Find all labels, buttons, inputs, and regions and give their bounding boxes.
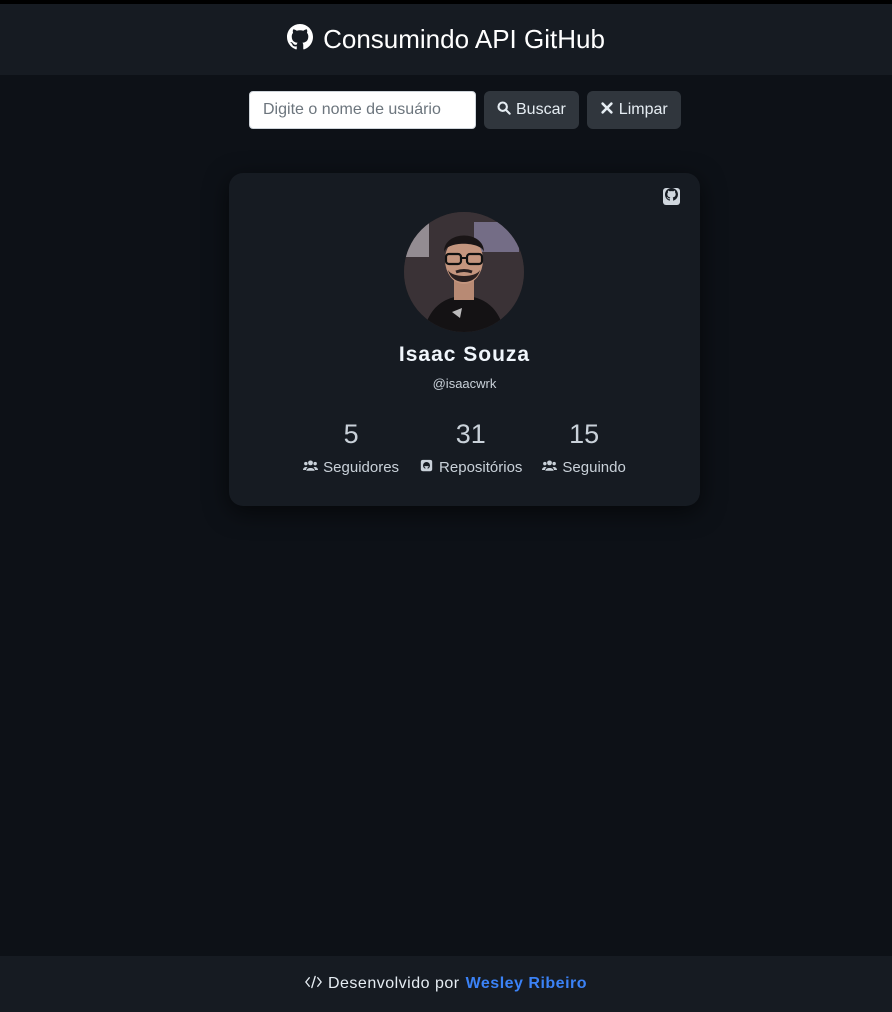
users-icon <box>542 459 558 476</box>
github-square-icon <box>665 187 678 206</box>
stat-following: 15 Seguindo <box>542 419 626 476</box>
stat-value: 5 <box>343 419 359 449</box>
stat-followers: 5 Seguidores <box>303 419 399 476</box>
github-square-icon <box>419 459 434 476</box>
avatar <box>404 212 524 332</box>
search-button[interactable]: Buscar <box>484 91 579 129</box>
stat-repositories: 31 Repositórios <box>419 419 522 476</box>
github-icon <box>287 24 314 55</box>
profile-stats: 5 Seguidores 31 Repositórios 15 Seguindo <box>229 419 700 476</box>
title-wrap: Consumindo API GitHub <box>287 24 605 55</box>
search-icon <box>497 100 511 120</box>
profile-card: Isaac Souza @isaacwrk 5 Seguidores 31 Re… <box>229 173 700 506</box>
github-profile-link[interactable] <box>663 187 680 206</box>
stat-label: Seguidores <box>323 459 400 476</box>
close-icon <box>600 101 614 120</box>
app-header: Consumindo API GitHub <box>0 4 892 75</box>
profile-name: Isaac Souza <box>398 343 531 366</box>
search-bar: Buscar Limpar <box>249 91 681 129</box>
profile-handle: @isaacwrk <box>432 376 497 391</box>
clear-button[interactable]: Limpar <box>586 91 681 129</box>
clear-button-label: Limpar <box>618 101 668 118</box>
author-link[interactable]: Wesley Ribeiro <box>466 975 587 993</box>
stat-label: Seguindo <box>562 459 626 476</box>
code-icon <box>305 975 322 994</box>
search-button-label: Buscar <box>516 101 566 118</box>
app-footer: Desenvolvido por Wesley Ribeiro <box>0 956 892 1012</box>
stat-value: 31 <box>455 419 486 449</box>
users-icon <box>303 459 319 476</box>
footer-text: Desenvolvido por <box>327 975 460 992</box>
stat-value: 15 <box>569 419 600 449</box>
stat-label: Repositórios <box>439 459 523 476</box>
username-input[interactable] <box>249 91 476 129</box>
page-title: Consumindo API GitHub <box>323 24 605 54</box>
